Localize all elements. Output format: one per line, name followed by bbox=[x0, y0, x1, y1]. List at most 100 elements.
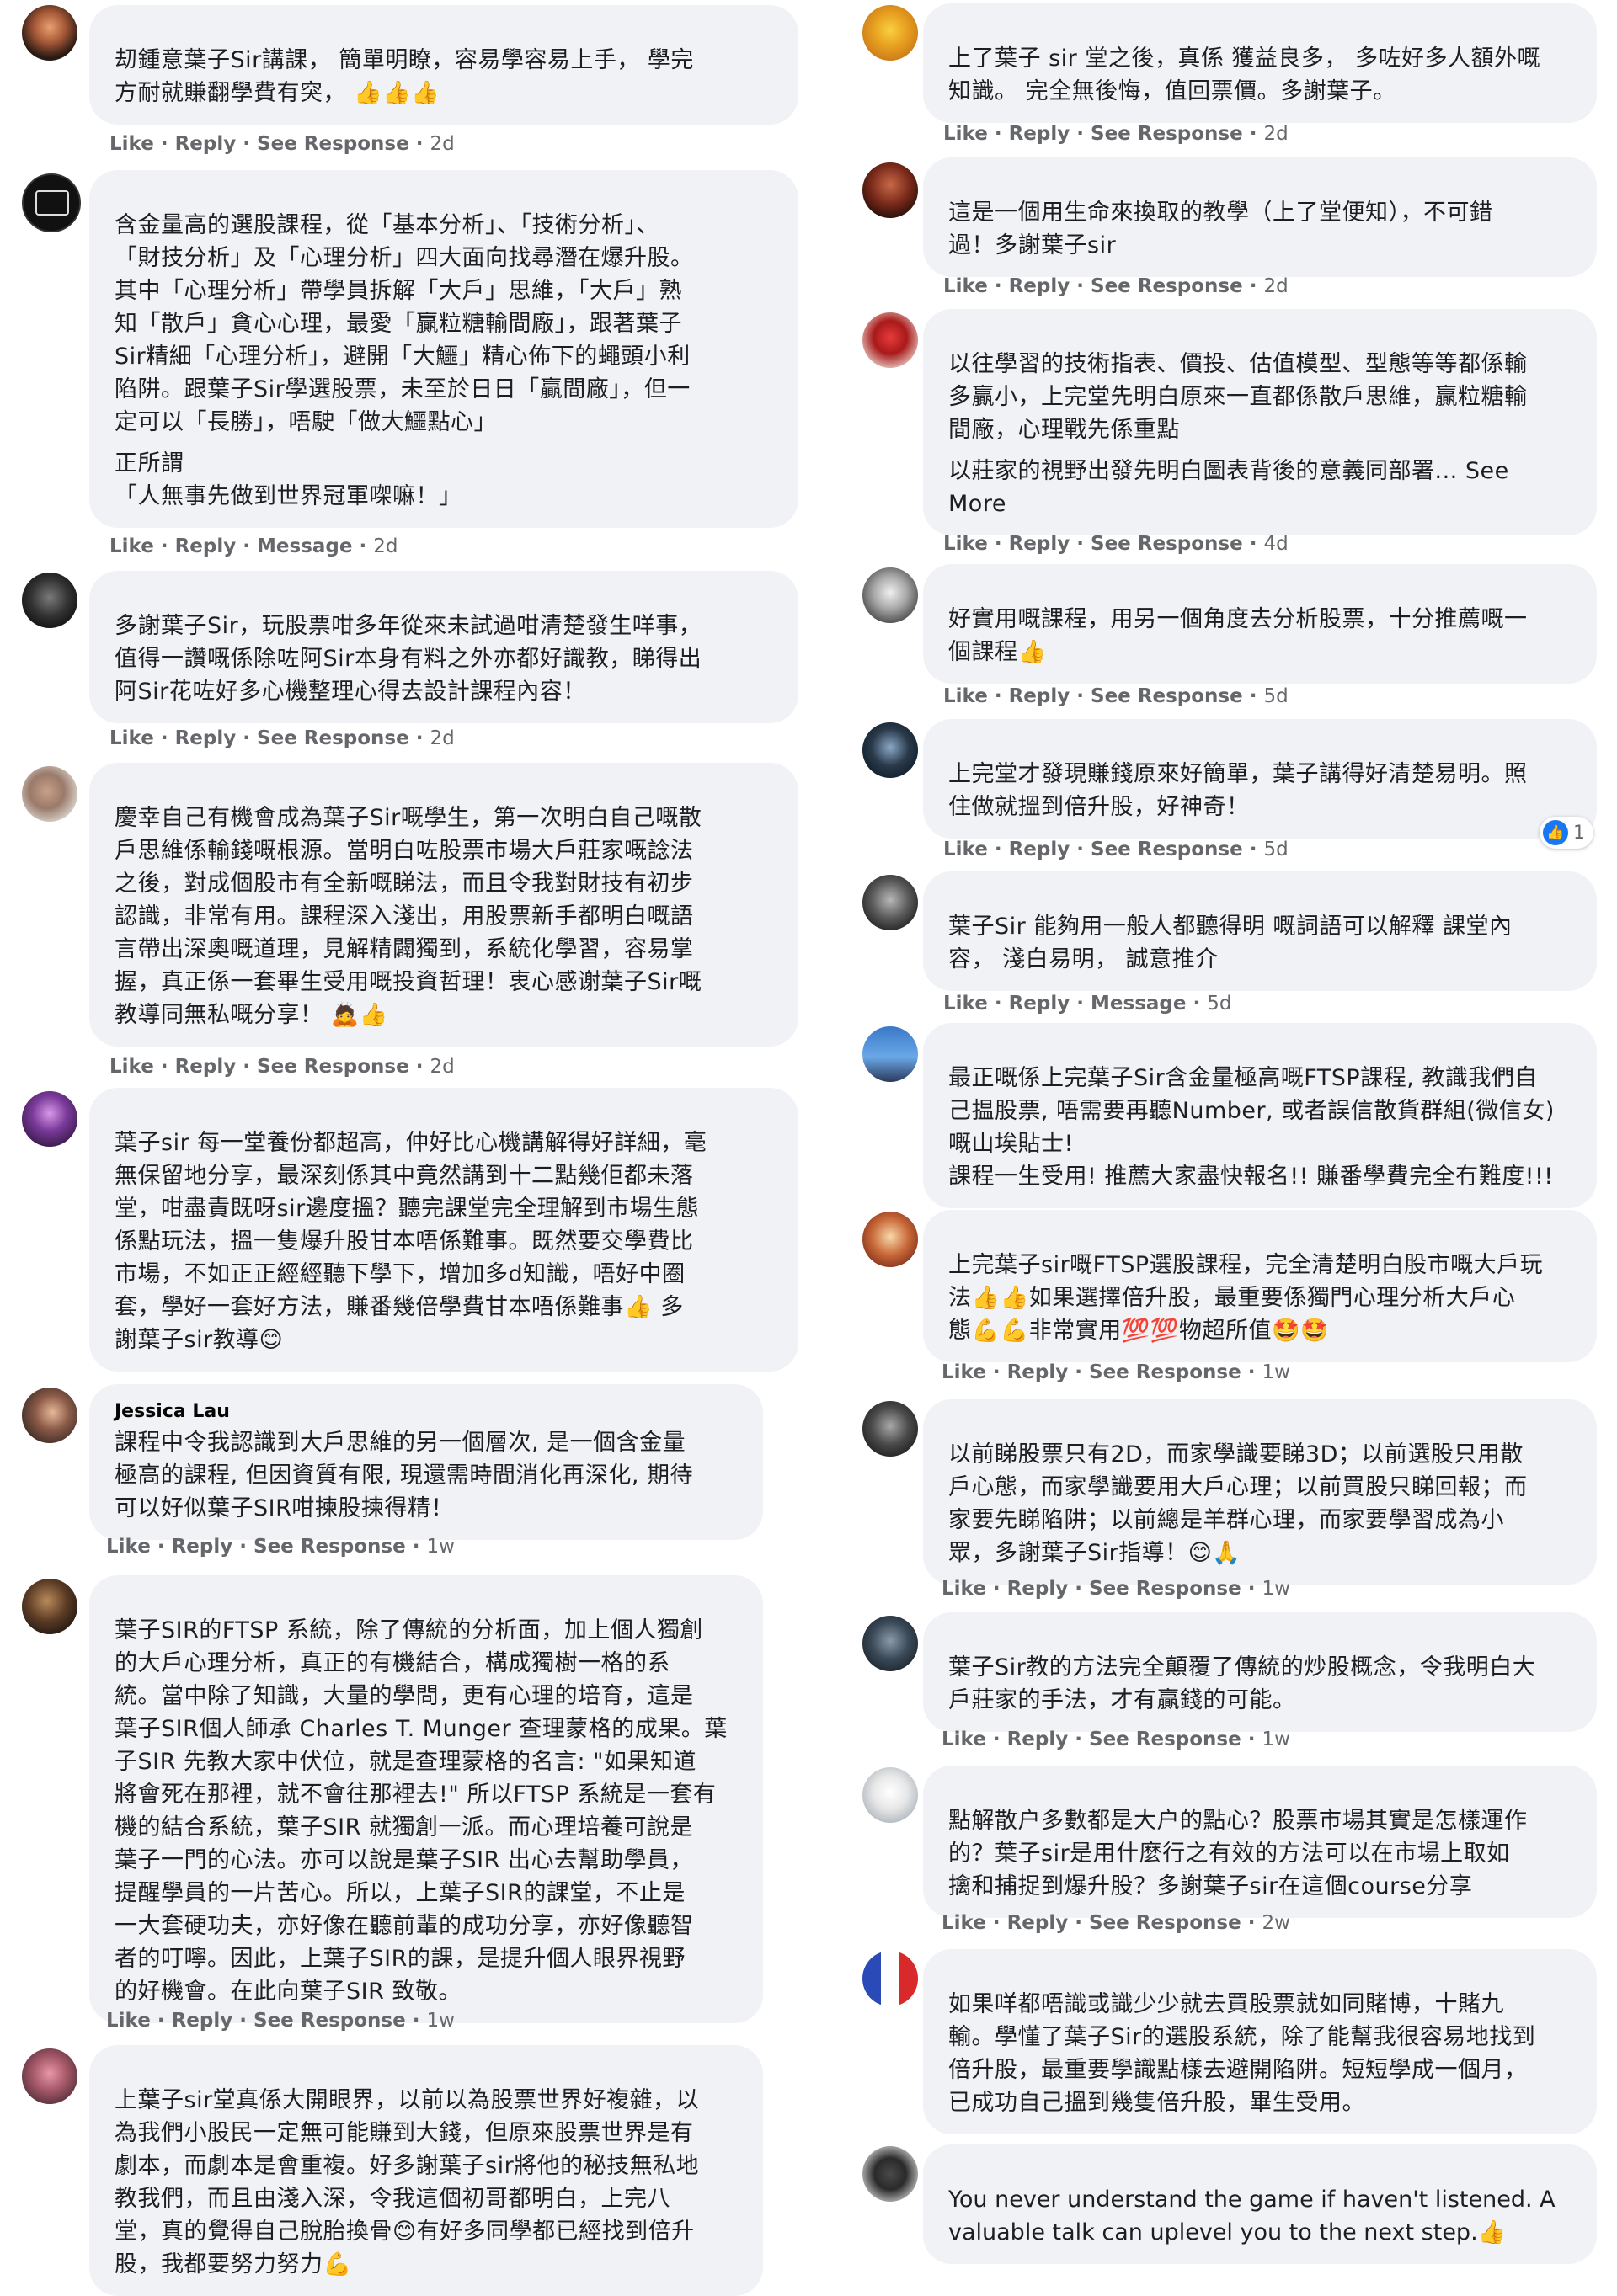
like-link[interactable]: Like bbox=[109, 727, 154, 749]
avatar[interactable] bbox=[22, 766, 77, 822]
reply-link[interactable]: Reply bbox=[172, 1536, 233, 1558]
timestamp[interactable]: 5d bbox=[1263, 839, 1288, 860]
like-link[interactable]: Like bbox=[106, 1536, 151, 1558]
comment: 最正嘅係上完葉子Sir含金量極高嘅FTSP課程, 教識我們自 己揾股票, 唔需要… bbox=[808, 1023, 1617, 1208]
comment-text: 上完葉子sir嘅FTSP選股課程，完全清楚明白股市嘅大戶玩 法👍👍如果選擇倍升股… bbox=[948, 1252, 1544, 1344]
see-response-link[interactable]: See Response bbox=[1089, 1361, 1241, 1383]
see-response-link[interactable]: See Response bbox=[1091, 685, 1243, 707]
avatar[interactable] bbox=[862, 5, 918, 61]
see-response-link[interactable]: See Response bbox=[1091, 839, 1243, 860]
comment-bubble: 點解散户多數都是大户的點心？股票市場其實是怎樣運作 的？葉子sir是用什麼行之有… bbox=[923, 1766, 1597, 1918]
timestamp[interactable]: 1w bbox=[426, 1536, 454, 1558]
see-response-link[interactable]: See Response bbox=[1091, 533, 1243, 555]
avatar[interactable] bbox=[22, 173, 81, 232]
timestamp[interactable]: 2w bbox=[1262, 1912, 1289, 1934]
see-response-link[interactable]: See Response bbox=[253, 2010, 406, 2032]
timestamp[interactable]: 1w bbox=[1262, 1578, 1289, 1600]
avatar[interactable] bbox=[22, 5, 77, 61]
avatar[interactable] bbox=[862, 312, 918, 368]
comment: 葉子Sir教的方法完全顛覆了傳統的炒股概念，令我明白大 戶莊家的手法，才有贏錢的… bbox=[808, 1612, 1617, 1764]
see-response-link[interactable]: See Response bbox=[1089, 1578, 1241, 1600]
avatar[interactable] bbox=[22, 2048, 77, 2104]
reply-link[interactable]: Reply bbox=[1009, 533, 1070, 555]
like-link[interactable]: Like bbox=[943, 123, 988, 145]
comment-bubble: 上完堂才發現賺錢原來好簡單，葉子講得好清楚易明。照 住做就搵到倍升股，好神奇！ bbox=[923, 719, 1597, 839]
see-response-link[interactable]: See Response bbox=[257, 727, 409, 749]
reply-link[interactable]: Reply bbox=[1007, 1912, 1069, 1934]
avatar[interactable] bbox=[22, 1579, 77, 1634]
avatar[interactable] bbox=[862, 1616, 918, 1671]
avatar[interactable] bbox=[862, 567, 918, 623]
avatar[interactable] bbox=[862, 1951, 918, 2006]
like-link[interactable]: Like bbox=[942, 1729, 986, 1750]
like-link[interactable]: Like bbox=[943, 275, 988, 297]
like-link[interactable]: Like bbox=[106, 2010, 151, 2032]
comment-text: 多謝葉子Sir，玩股票咁多年從來未試過咁清楚發生咩事， 值得一讚嘅係除咗阿Sir… bbox=[115, 613, 702, 705]
avatar[interactable] bbox=[862, 722, 918, 778]
reply-link[interactable]: Reply bbox=[1009, 123, 1070, 145]
commenter-name[interactable]: Jessica Lau bbox=[115, 1399, 738, 1425]
see-response-link[interactable]: See Response bbox=[1091, 123, 1243, 145]
timestamp[interactable]: 2d bbox=[1263, 275, 1288, 297]
avatar[interactable] bbox=[22, 1388, 77, 1443]
see-response-link[interactable]: See Response bbox=[257, 133, 409, 155]
comment-text[interactable]: 以莊家的視野出發先明白圖表背後的意義同部署... See More bbox=[948, 455, 1572, 520]
avatar[interactable] bbox=[22, 1091, 77, 1147]
see-response-link[interactable]: See Response bbox=[1091, 275, 1243, 297]
reaction-count[interactable]: 👍 1 bbox=[1540, 817, 1593, 849]
reply-link[interactable]: Reply bbox=[1009, 839, 1070, 860]
timestamp[interactable]: 2d bbox=[430, 1056, 454, 1078]
reply-link[interactable]: Reply bbox=[1009, 275, 1070, 297]
like-link[interactable]: Like bbox=[943, 533, 988, 555]
reply-link[interactable]: Reply bbox=[1007, 1729, 1069, 1750]
like-link[interactable]: Like bbox=[943, 993, 988, 1015]
reply-link[interactable]: Reply bbox=[175, 535, 237, 557]
see-response-link[interactable]: See Response bbox=[253, 1536, 406, 1558]
avatar[interactable] bbox=[22, 573, 77, 628]
comment: You never understand the game if haven't… bbox=[808, 2134, 1617, 2286]
avatar[interactable] bbox=[862, 1212, 918, 1267]
timestamp[interactable]: 1w bbox=[1262, 1361, 1289, 1383]
reply-link[interactable]: Reply bbox=[1009, 685, 1070, 707]
message-link[interactable]: Message bbox=[1091, 993, 1186, 1015]
reply-link[interactable]: Reply bbox=[175, 133, 237, 155]
see-response-link[interactable]: See Response bbox=[1089, 1729, 1241, 1750]
see-response-link[interactable]: See Response bbox=[257, 1056, 409, 1078]
like-link[interactable]: Like bbox=[943, 839, 988, 860]
reply-link[interactable]: Reply bbox=[1007, 1578, 1069, 1600]
like-link[interactable]: Like bbox=[943, 685, 988, 707]
comment-text: 好實用嘅課程，用另一個角度去分析股票，十分推薦嘅一 個課程👍 bbox=[948, 606, 1528, 665]
timestamp[interactable]: 2d bbox=[373, 535, 398, 557]
reply-link[interactable]: Reply bbox=[1007, 1361, 1069, 1383]
like-link[interactable]: Like bbox=[109, 1056, 154, 1078]
timestamp[interactable]: 1w bbox=[426, 2010, 454, 2032]
avatar[interactable] bbox=[862, 162, 918, 218]
reply-link[interactable]: Reply bbox=[175, 727, 237, 749]
comment-text: 正所謂 「人無事先做到世界冠軍㗎嘛！」 bbox=[115, 450, 462, 509]
comment: 點解散户多數都是大户的點心？股票市場其實是怎樣運作 的？葉子sir是用什麼行之有… bbox=[808, 1764, 1617, 1949]
message-link[interactable]: Message bbox=[257, 535, 352, 557]
timestamp[interactable]: 2d bbox=[1263, 123, 1288, 145]
timestamp[interactable]: 5d bbox=[1207, 993, 1231, 1015]
avatar[interactable] bbox=[862, 875, 918, 930]
like-link[interactable]: Like bbox=[942, 1361, 986, 1383]
reply-link[interactable]: Reply bbox=[1009, 993, 1070, 1015]
timestamp[interactable]: 2d bbox=[430, 133, 454, 155]
timestamp[interactable]: 5d bbox=[1263, 685, 1288, 707]
comment-actions: Like · Reply · Message · 2d bbox=[109, 535, 398, 557]
avatar[interactable] bbox=[862, 1767, 918, 1823]
timestamp[interactable]: 4d bbox=[1263, 533, 1288, 555]
avatar[interactable] bbox=[862, 2146, 918, 2202]
reply-link[interactable]: Reply bbox=[172, 2010, 233, 2032]
timestamp[interactable]: 2d bbox=[430, 727, 454, 749]
like-link[interactable]: Like bbox=[942, 1912, 986, 1934]
comment-text: 如果咩都唔識或識少少就去買股票就如同賭博，十賭九 輸。學懂了葉子Sir的選股系統… bbox=[948, 1991, 1536, 2116]
see-response-link[interactable]: See Response bbox=[1089, 1912, 1241, 1934]
like-link[interactable]: Like bbox=[109, 535, 154, 557]
avatar[interactable] bbox=[862, 1401, 918, 1457]
like-link[interactable]: Like bbox=[109, 133, 154, 155]
avatar[interactable] bbox=[862, 1026, 918, 1082]
timestamp[interactable]: 1w bbox=[1262, 1729, 1289, 1750]
reply-link[interactable]: Reply bbox=[175, 1056, 237, 1078]
like-link[interactable]: Like bbox=[942, 1578, 986, 1600]
